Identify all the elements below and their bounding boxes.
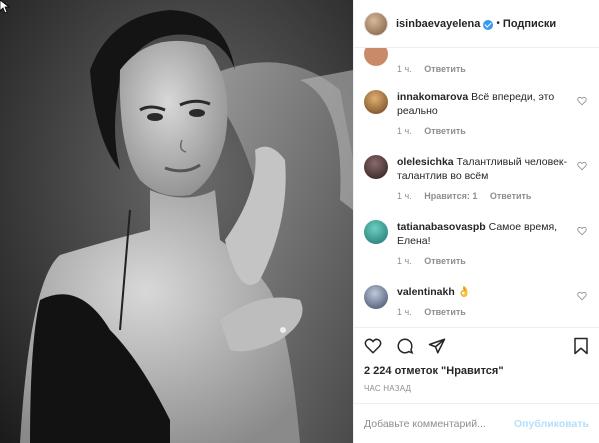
comment-icon[interactable]: [396, 337, 414, 355]
heart-icon[interactable]: [364, 337, 382, 355]
reply-button[interactable]: Ответить: [424, 64, 466, 74]
publish-button[interactable]: Опубликовать: [514, 418, 589, 430]
post-actions: [354, 327, 599, 363]
comment-meta: 1 ч. Ответить: [397, 254, 573, 268]
separator-dot: •: [496, 18, 500, 29]
commenter-avatar[interactable]: [364, 90, 388, 114]
instagram-post: isinbaevayelena • Подписки 1 ч. Ответить: [0, 0, 599, 443]
commenter-avatar[interactable]: [364, 48, 388, 66]
comment-like-heart-icon[interactable]: [577, 96, 587, 106]
commenter-username[interactable]: innakomarova: [397, 91, 468, 103]
comment-time: 1 ч.: [397, 307, 412, 317]
share-icon[interactable]: [428, 337, 446, 355]
bookmark-icon[interactable]: [573, 337, 589, 355]
post-sidebar: isinbaevayelena • Подписки 1 ч. Ответить: [353, 0, 599, 443]
post-photo[interactable]: [0, 0, 353, 443]
commenter-avatar[interactable]: [364, 155, 388, 179]
comment-like-heart-icon[interactable]: [577, 291, 587, 301]
reply-button[interactable]: Ответить: [424, 307, 466, 317]
comment-item: innakomarova Всё впереди, это реально 1 …: [364, 90, 589, 138]
comment-time: 1 ч.: [397, 64, 412, 74]
commenter-username[interactable]: tatianabasovaspb: [397, 221, 486, 233]
portrait-image: [0, 0, 353, 443]
comment-time: 1 ч.: [397, 256, 412, 266]
comment-item: 1 ч. Ответить: [364, 48, 589, 76]
comment-meta: 1 ч. Ответить: [397, 124, 573, 138]
verified-badge-icon: [483, 19, 494, 30]
comment-time: 1 ч.: [397, 191, 412, 201]
reply-button[interactable]: Ответить: [490, 191, 532, 201]
reply-button[interactable]: Ответить: [424, 256, 466, 266]
comment-meta: 1 ч. Нравится: 1 Ответить: [397, 189, 573, 203]
comment-meta: 1 ч. Ответить: [397, 305, 573, 319]
commenter-avatar[interactable]: [364, 220, 388, 244]
post-header: isinbaevayelena • Подписки: [354, 0, 599, 48]
commenter-avatar[interactable]: [364, 285, 388, 309]
comment-text: 👌: [457, 286, 471, 298]
commenter-username[interactable]: valentinakh: [397, 286, 455, 298]
add-comment-bar: Добавьте комментарий... Опубликовать: [354, 403, 599, 443]
comment-item: tatianabasovaspb Самое время, Елена! 1 ч…: [364, 220, 589, 268]
post-timestamp[interactable]: ЧАС НАЗАД: [354, 377, 599, 393]
following-button[interactable]: Подписки: [503, 18, 556, 30]
comment-input[interactable]: Добавьте комментарий...: [364, 418, 514, 430]
comment-likes-count[interactable]: Нравится: 1: [424, 191, 477, 201]
comment-time: 1 ч.: [397, 126, 412, 136]
likes-count[interactable]: 2 224 отметок "Нравится": [354, 365, 599, 377]
comment-like-heart-icon[interactable]: [577, 226, 587, 236]
comment-item: olelesichka Талантливый человек- талантл…: [364, 155, 589, 203]
comment-like-heart-icon[interactable]: [577, 161, 587, 171]
commenter-username[interactable]: olelesichka: [397, 156, 454, 168]
comments-list[interactable]: 1 ч. Ответить innakomarova Всё впереди, …: [354, 48, 599, 327]
comment-meta: 1 ч. Ответить: [397, 62, 573, 76]
comment-item: valentinakh 👌 1 ч. Ответить: [364, 285, 589, 319]
author-avatar[interactable]: [364, 11, 388, 36]
mouse-cursor-icon: [0, 0, 10, 14]
reply-button[interactable]: Ответить: [424, 126, 466, 136]
author-username[interactable]: isinbaevayelena: [396, 18, 480, 30]
